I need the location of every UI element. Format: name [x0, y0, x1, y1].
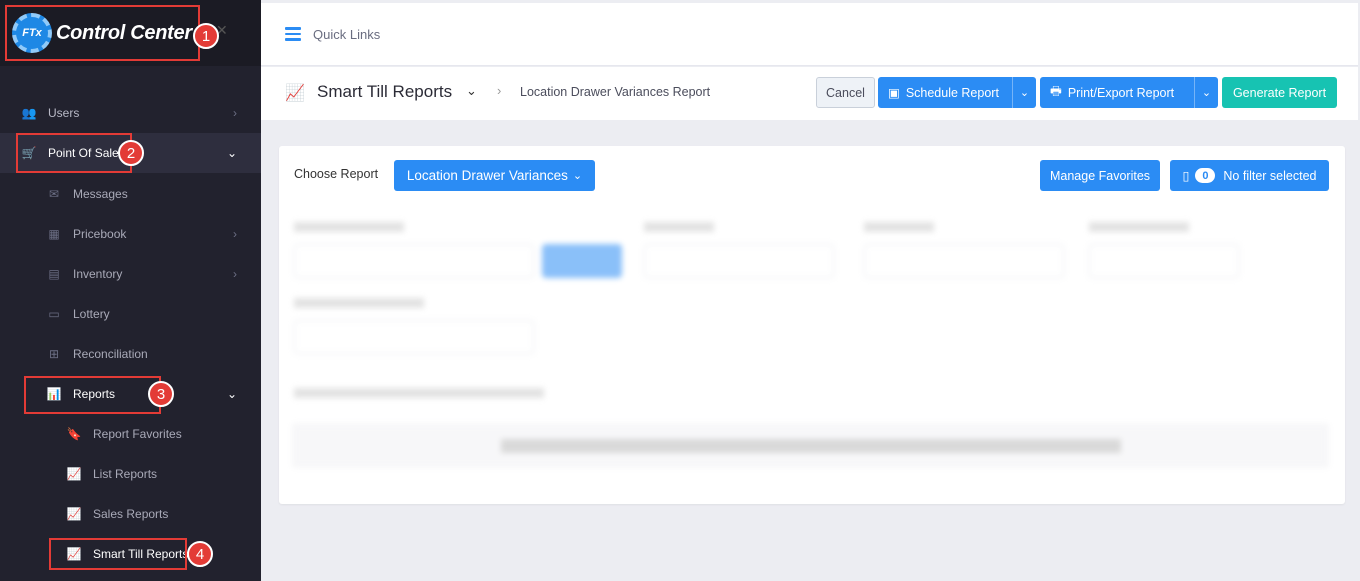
- chevron-right-icon: ›: [497, 83, 502, 98]
- blurred-label: [644, 222, 714, 232]
- annotation-badge-1: 1: [193, 23, 219, 49]
- filter-icon: ▯: [1182, 169, 1190, 183]
- annotation-box-4: [49, 538, 187, 570]
- line-chart-icon: 📈: [66, 467, 82, 481]
- blurred-empty-message: [293, 424, 1328, 467]
- filter-count-badge: 0: [1195, 168, 1216, 183]
- menu-icon[interactable]: [285, 27, 301, 41]
- sidebar-item-label: Pricebook: [73, 227, 127, 241]
- sidebar-item-lottery[interactable]: ▭ Lottery: [0, 294, 261, 334]
- print-export-button[interactable]: 🖶 Print/Export Report ⌄: [1040, 77, 1218, 108]
- annotation-box-3: [24, 376, 161, 414]
- filter-label: No filter selected: [1223, 168, 1317, 183]
- sidebar-item-label: Users: [48, 106, 80, 120]
- chevron-right-icon: ›: [233, 267, 237, 281]
- blurred-input: [644, 244, 834, 278]
- bookmark-icon: 🔖: [66, 427, 82, 441]
- blurred-input: [1089, 244, 1239, 278]
- quick-links-link[interactable]: Quick Links: [313, 27, 380, 42]
- chevron-right-icon: ›: [233, 106, 237, 120]
- schedule-report-button[interactable]: ▣ Schedule Report ⌄: [878, 77, 1036, 108]
- blurred-input: [864, 244, 1064, 278]
- sidebar-item-label: Reconciliation: [73, 347, 148, 361]
- sidebar: FTx Control Center ✕ 👥 Users › 🛒 Point O…: [0, 0, 261, 581]
- blurred-label: [1089, 222, 1189, 232]
- annotation-badge-2: 2: [118, 140, 144, 166]
- sidebar-item-label: Sales Reports: [93, 507, 169, 521]
- chevron-down-icon[interactable]: ⌄: [1012, 77, 1036, 108]
- chevron-down-icon[interactable]: ⌄: [1194, 77, 1218, 108]
- annotation-box-2: [16, 133, 132, 173]
- report-header: 📈 Smart Till Reports ⌄ › Location Drawer…: [261, 67, 1358, 120]
- line-chart-icon: 📈: [285, 85, 305, 102]
- sidebar-item-messages[interactable]: ✉ Messages: [0, 174, 261, 214]
- chevron-down-icon: ⌄: [572, 170, 583, 182]
- blurred-button: [542, 244, 622, 278]
- annotation-badge-4: 4: [187, 541, 213, 567]
- sidebar-item-reconciliation[interactable]: ⊞ Reconciliation: [0, 334, 261, 374]
- sidebar-item-label: Report Favorites: [93, 427, 182, 441]
- sidebar-item-list-reports[interactable]: 📈 List Reports: [0, 454, 261, 494]
- generate-report-button[interactable]: Generate Report: [1222, 77, 1337, 108]
- filter-button[interactable]: ▯ 0 No filter selected: [1170, 160, 1329, 191]
- printer-icon: 🖶: [1050, 84, 1062, 98]
- users-icon: 👥: [21, 106, 37, 120]
- sidebar-item-label: Lottery: [73, 307, 110, 321]
- calculator-icon: ▦: [48, 227, 60, 241]
- chevron-right-icon: ›: [233, 227, 237, 241]
- cancel-button[interactable]: Cancel: [816, 77, 875, 108]
- chevron-down-icon[interactable]: ⌄: [466, 83, 477, 99]
- sidebar-item-sales-reports[interactable]: 📈 Sales Reports: [0, 494, 261, 534]
- report-select-label: Location Drawer Variances: [406, 168, 568, 183]
- blurred-label: [294, 222, 404, 232]
- sidebar-item-pricebook[interactable]: ▦ Pricebook ›: [0, 214, 261, 254]
- inventory-icon: ▤: [48, 267, 60, 281]
- sidebar-item-label: List Reports: [93, 467, 158, 481]
- sidebar-item-inventory[interactable]: ▤ Inventory ›: [0, 254, 261, 294]
- manage-favorites-button[interactable]: Manage Favorites: [1040, 160, 1160, 191]
- schedule-report-label: Schedule Report: [905, 85, 999, 100]
- blurred-checkboxes: [294, 388, 544, 398]
- top-bar: Quick Links: [261, 3, 1358, 66]
- page-title[interactable]: Smart Till Reports: [317, 82, 452, 102]
- chevron-down-icon: ⌄: [226, 387, 237, 401]
- report-card: Choose Report Location Drawer Variances …: [279, 146, 1345, 504]
- sidebar-item-report-favorites[interactable]: 🔖 Report Favorites: [0, 414, 261, 454]
- blurred-label: [864, 222, 934, 232]
- report-select-button[interactable]: Location Drawer Variances ⌄: [394, 160, 595, 191]
- annotation-badge-3: 3: [148, 381, 174, 407]
- blurred-label: [294, 298, 424, 308]
- chevron-down-icon: ⌄: [226, 146, 237, 160]
- choose-report-label: Choose Report: [294, 167, 379, 181]
- blurred-input: [294, 320, 534, 354]
- blurred-input: [294, 244, 534, 278]
- messages-icon: ✉: [48, 187, 60, 201]
- grid-icon: ⊞: [48, 347, 60, 361]
- annotation-box-1: [5, 5, 200, 61]
- calendar-icon: ▣: [888, 86, 900, 100]
- sidebar-item-users[interactable]: 👥 Users ›: [0, 93, 261, 133]
- print-export-label: Print/Export Report: [1067, 85, 1175, 100]
- line-chart-icon: 📈: [66, 507, 82, 521]
- ticket-icon: ▭: [48, 307, 60, 321]
- sidebar-item-label: Messages: [73, 187, 128, 201]
- breadcrumb: Location Drawer Variances Report: [520, 85, 711, 99]
- sidebar-item-label: Inventory: [73, 267, 123, 281]
